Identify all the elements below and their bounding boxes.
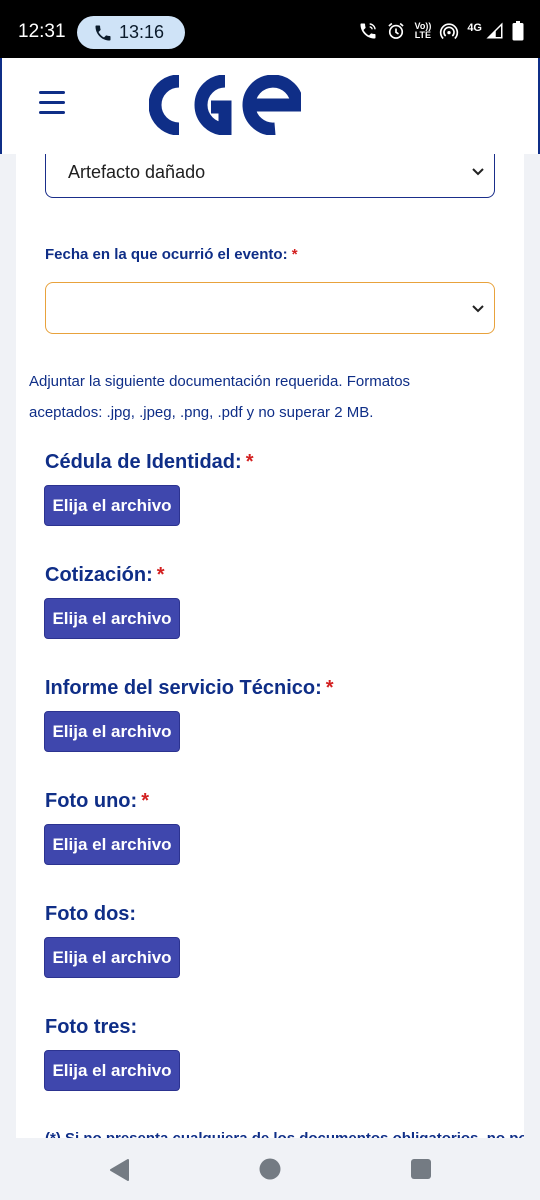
event-date-select[interactable] [45, 282, 495, 334]
event-date-label: Fecha en la que ocurrió el evento: * [45, 246, 298, 263]
required-mark: * [156, 564, 165, 586]
recent-apps-icon[interactable] [411, 1159, 431, 1179]
cge-logo [149, 75, 301, 135]
home-icon[interactable] [259, 1158, 281, 1180]
system-navigation-bar [0, 1138, 540, 1200]
photo-one-file-button[interactable]: Elija el archivo [44, 824, 180, 865]
photo-three-label: Foto tres: [45, 1016, 141, 1039]
volte-icon: Vo)) LTE [414, 22, 431, 40]
network-type: 4G [467, 22, 482, 34]
quote-label: Cotización: * [45, 564, 165, 587]
back-icon[interactable] [108, 1158, 130, 1182]
id-card-file-button[interactable]: Elija el archivo [44, 485, 180, 526]
event-date-label-text: Fecha en la que ocurrió el evento: [45, 246, 288, 263]
quote-file-button[interactable]: Elija el archivo [44, 598, 180, 639]
documents-info-line1: Adjuntar la siguiente documentación requ… [29, 373, 411, 390]
technical-report-file-button[interactable]: Elija el archivo [44, 711, 180, 752]
chevron-down-icon [472, 168, 484, 176]
wifi-calling-icon [358, 21, 378, 41]
call-duration: 13:16 [119, 22, 165, 42]
required-mark: * [291, 246, 298, 263]
id-card-label: Cédula de Identidad: * [45, 451, 253, 474]
hotspot-icon [439, 21, 459, 41]
volte-bottom-text: LTE [414, 30, 432, 40]
damage-type-value: Artefacto dañado [68, 162, 206, 182]
photo-two-label: Foto dos: [45, 903, 140, 926]
id-card-label-text: Cédula de Identidad: [45, 451, 242, 473]
signal-icon [486, 22, 504, 40]
photo-two-label-text: Foto dos: [45, 903, 137, 925]
battery-icon [512, 21, 524, 41]
technical-report-label-text: Informe del servicio Técnico: [45, 677, 322, 699]
required-documents-footnote: (*) Si no presenta cualquiera de los doc… [45, 1130, 524, 1138]
documents-info: Adjuntar la siguiente documentación requ… [29, 366, 509, 428]
documents-info-line2: aceptados: .jpg, .jpeg, .png, .pdf y no … [29, 404, 374, 421]
chevron-down-icon [472, 305, 484, 313]
alarm-icon [386, 21, 406, 41]
phone-icon [93, 23, 113, 43]
app-header [0, 58, 540, 154]
photo-two-file-button[interactable]: Elija el archivo [44, 937, 180, 978]
ongoing-call-chip[interactable]: 13:16 [77, 16, 185, 49]
required-mark: * [245, 451, 254, 473]
status-time: 12:31 [18, 21, 66, 42]
technical-report-label: Informe del servicio Técnico: * [45, 677, 334, 700]
photo-one-label: Foto uno: * [45, 790, 149, 813]
claim-form: Artefacto dañado Fecha en la que ocurrió… [16, 154, 524, 1138]
quote-label-text: Cotización: [45, 564, 153, 586]
photo-three-label-text: Foto tres: [45, 1016, 138, 1038]
photo-three-file-button[interactable]: Elija el archivo [44, 1050, 180, 1091]
status-bar: 12:31 13:16 Vo)) LTE 4G [0, 0, 540, 58]
required-mark: * [141, 790, 149, 812]
photo-one-label-text: Foto uno: [45, 790, 138, 812]
hamburger-menu-icon[interactable] [39, 91, 65, 115]
damage-type-select[interactable]: Artefacto dañado [45, 154, 495, 198]
required-mark: * [325, 677, 334, 699]
